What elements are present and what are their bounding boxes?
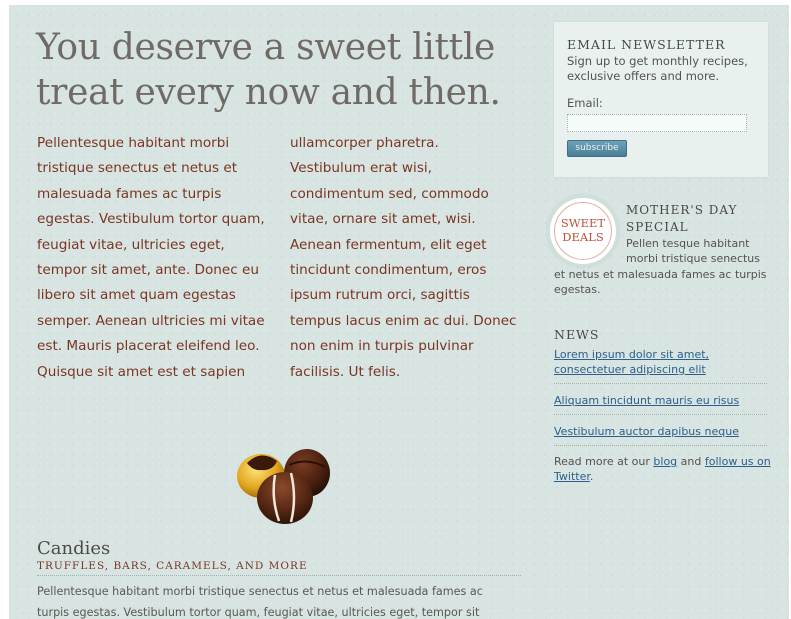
newsletter-title: EMAIL NEWSLETTER [567,37,726,52]
read-more-suffix: . [589,470,594,483]
badge-text-line1: SWEET [560,216,606,230]
page-background: You deserve a sweet little treat every n… [9,5,789,619]
read-more-and: and [677,455,705,468]
badge-text-line2: DEALS [562,230,604,244]
email-label: Email: [567,96,603,110]
sweet-deals-badge[interactable]: SWEET DEALS [550,198,616,264]
news-link-1[interactable]: Lorem ipsum dolor sit amet, consectetuer… [554,347,766,377]
news-read-more: Read more at our blog and follow us on T… [554,454,772,484]
mothers-day-title: MOTHER'S DAY SPECIAL [626,203,738,234]
mothers-day-text: Pellen tesque habitant morbi tristique s… [626,237,761,265]
candies-heading: Candies [37,538,111,559]
news-divider [554,414,767,415]
news-divider [554,445,767,446]
page-headline: You deserve a sweet little treat every n… [36,27,501,113]
news-link-3[interactable]: Vestibulum auctor dapibus neque [554,424,766,439]
candies-description: Pellentesque habitant morbi tristique se… [37,585,483,619]
news-heading: NEWS [554,327,600,342]
email-field[interactable] [567,114,747,132]
news-divider [554,383,767,384]
mothers-day-text-continued: et netus et malesuada fames ac turpis eg… [554,268,767,296]
read-more-prefix: Read more at our [554,455,654,468]
subscribe-button[interactable]: subscribe [567,140,627,157]
news-link-2[interactable]: Aliquam tincidunt mauris eu risus [554,393,766,408]
blog-link[interactable]: blog [653,455,677,468]
body-text-column-left: Pellentesque habitant morbi tristique se… [37,135,265,380]
candies-subheading: TRUFFLES, BARS, CARAMELS, AND MORE [37,560,521,576]
newsletter-description: Sign up to get monthly recipes, exclusiv… [567,54,748,83]
chocolate-truffles-image [237,449,330,524]
email-newsletter-box: EMAIL NEWSLETTER Sign up to get monthly … [554,22,768,177]
body-text-column-right: ullamcorper pharetra. Vestibulum erat wi… [290,135,517,380]
